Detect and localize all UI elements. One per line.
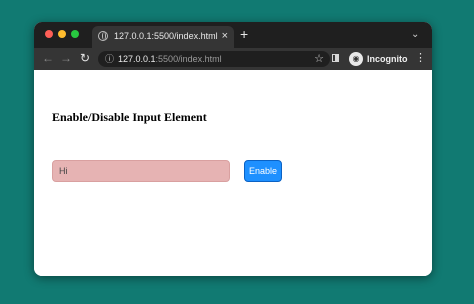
text-input[interactable] (52, 160, 230, 182)
menu-icon[interactable]: ⋮ (415, 51, 426, 65)
new-tab-button[interactable]: + (240, 27, 248, 41)
bookmark-star-icon[interactable]: ☆ (314, 52, 324, 66)
incognito-profile[interactable]: ◉ Incognito (347, 51, 408, 67)
incognito-label: Incognito (367, 54, 408, 64)
close-window-button[interactable] (45, 30, 53, 38)
tab-close-icon[interactable]: × (222, 29, 228, 43)
enable-button[interactable]: Enable (244, 160, 282, 182)
tab-title: 127.0.0.1:5500/index.html (114, 31, 218, 41)
back-icon[interactable]: ← (42, 51, 54, 65)
url-text[interactable]: 127.0.0.1:5500/index.html (118, 54, 222, 65)
tab-search-icon[interactable]: ⌄ (411, 29, 419, 41)
forward-icon[interactable]: → (60, 51, 72, 65)
minimize-window-button[interactable] (58, 30, 66, 38)
tab-active[interactable]: 127.0.0.1:5500/index.html × (92, 26, 234, 48)
address-bar[interactable]: ⓘ 127.0.0.1:5500/index.html ☆ (98, 51, 330, 67)
page-content: Enable/Disable Input Element Enable (34, 70, 432, 276)
reload-icon[interactable]: ↻ (80, 51, 90, 65)
globe-icon (98, 31, 108, 41)
page-heading: Enable/Disable Input Element (52, 110, 207, 124)
incognito-icon: ◉ (349, 52, 363, 66)
side-panel-icon[interactable] (332, 54, 339, 62)
browser-toolbar: ← → ↻ ⓘ 127.0.0.1:5500/index.html ☆ ◉ In… (34, 48, 432, 70)
browser-window: 127.0.0.1:5500/index.html × + ⌄ ← → ↻ ⓘ … (34, 22, 432, 276)
site-info-icon[interactable]: ⓘ (105, 53, 114, 65)
url-path: :5500/index.html (155, 54, 222, 64)
tab-bar: 127.0.0.1:5500/index.html × + ⌄ (34, 22, 432, 48)
url-host: 127.0.0.1 (118, 54, 156, 64)
maximize-window-button[interactable] (71, 30, 79, 38)
